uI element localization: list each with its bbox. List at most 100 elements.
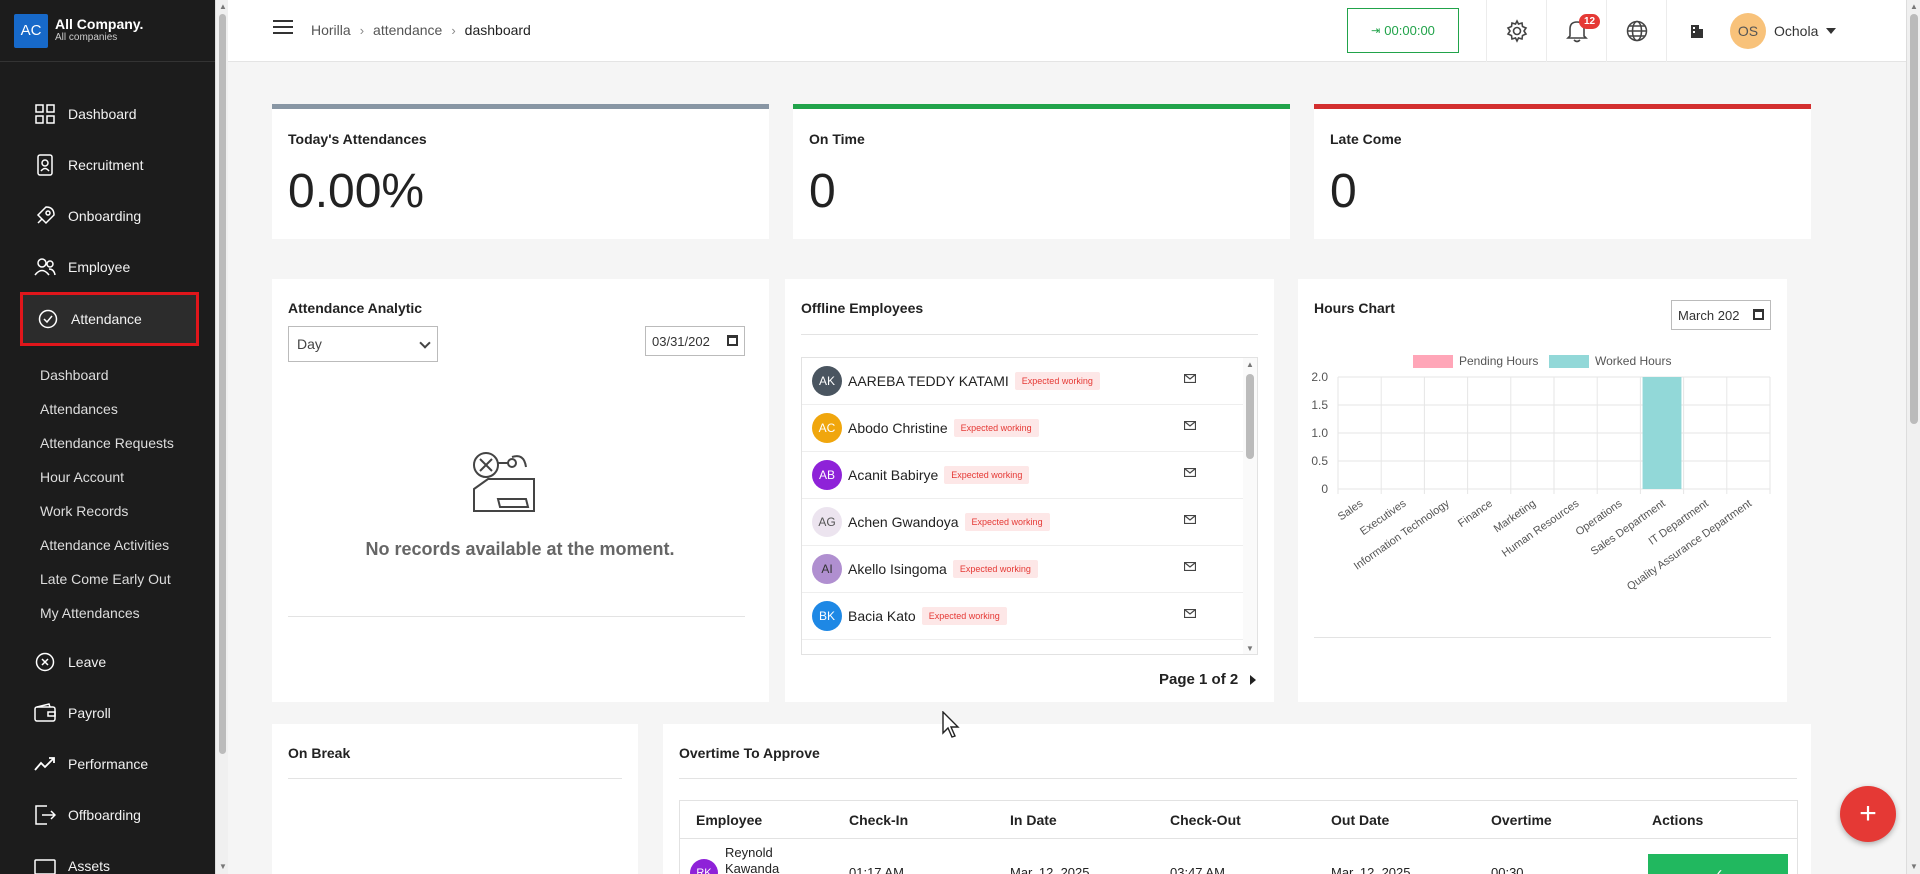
- approve-button[interactable]: ✓: [1648, 854, 1788, 874]
- mail-icon[interactable]: [1184, 609, 1196, 618]
- subnav-attendance-activities[interactable]: Attendance Activities: [0, 528, 215, 562]
- page-scrollbar[interactable]: ▲ ▼: [1906, 0, 1920, 874]
- list-item[interactable]: AC Abodo Christine Expected working: [802, 405, 1257, 452]
- language-button[interactable]: [1606, 0, 1666, 62]
- subnav-late-come-early-out[interactable]: Late Come Early Out: [0, 562, 215, 596]
- status-badge: Expected working: [1014, 372, 1100, 390]
- scroll-down-arrow[interactable]: ▼: [219, 862, 227, 871]
- scroll-down-arrow[interactable]: ▼: [1910, 862, 1918, 871]
- menu-toggle-icon[interactable]: [273, 20, 293, 38]
- sidebar-item-onboarding[interactable]: Onboarding: [0, 190, 215, 241]
- subnav-hour-account[interactable]: Hour Account: [0, 460, 215, 494]
- month-value: March 202: [1678, 307, 1740, 323]
- sidebar-item-performance[interactable]: Performance: [0, 738, 215, 789]
- table-row[interactable]: RK Reynold Kawanda 01:17 AM Mar. 12, 202…: [680, 839, 1797, 874]
- trend-icon: [34, 753, 56, 775]
- breadcrumb-sep-icon: ›: [451, 22, 456, 38]
- subnav-work-records[interactable]: Work Records: [0, 494, 215, 528]
- sidebar-scrollbar[interactable]: ▲ ▼: [215, 0, 228, 874]
- company-building-button[interactable]: [1666, 0, 1726, 62]
- mail-icon[interactable]: [1184, 515, 1196, 524]
- mail-icon[interactable]: [1184, 468, 1196, 477]
- date-input[interactable]: 03/31/202: [645, 326, 745, 356]
- subnav-dashboard[interactable]: Dashboard: [0, 358, 215, 392]
- employee-name: Acanit Babirye: [848, 467, 939, 483]
- list-item[interactable]: BK Bacia Kato Expected working: [802, 593, 1257, 640]
- col-in-date: In Date: [1010, 811, 1057, 828]
- cell-out-date: Mar. 12, 2025: [1331, 865, 1411, 874]
- settings-button[interactable]: [1486, 0, 1546, 62]
- sidebar-item-label: Employee: [68, 258, 131, 275]
- mail-icon[interactable]: [1184, 374, 1196, 383]
- scroll-up-arrow[interactable]: ▲: [1910, 2, 1918, 11]
- user-name: Ochola: [1774, 23, 1819, 39]
- mail-icon[interactable]: [1184, 421, 1196, 430]
- stat-value: 0: [809, 165, 836, 218]
- col-out-date: Out Date: [1331, 811, 1390, 828]
- quick-add-button[interactable]: +: [1840, 786, 1896, 842]
- breadcrumb-home[interactable]: Horilla: [311, 22, 351, 38]
- subnav-attendances[interactable]: Attendances: [0, 392, 215, 426]
- month-input[interactable]: March 202: [1671, 300, 1771, 330]
- stat-value: 0.00%: [288, 165, 425, 218]
- list-item[interactable]: AI Akello Isingoma Expected working: [802, 546, 1257, 593]
- stat-late-come: Late Come 0: [1314, 104, 1811, 239]
- sidebar-item-employee[interactable]: Employee: [0, 241, 215, 292]
- sidebar-item-label: Dashboard: [68, 105, 137, 122]
- divider: [679, 778, 1797, 779]
- scroll-down-arrow[interactable]: ▼: [1246, 644, 1254, 653]
- notification-badge: 12: [1579, 14, 1601, 29]
- sidebar-item-payroll[interactable]: Payroll: [0, 687, 215, 738]
- cell-overtime: 00:30: [1491, 865, 1524, 874]
- clock-timer: 00:00:00: [1384, 23, 1435, 38]
- sidebar-item-attendance[interactable]: Attendance: [20, 292, 199, 346]
- mail-icon[interactable]: [1184, 562, 1196, 571]
- panel-title: On Break: [288, 745, 351, 761]
- list-item[interactable]: AG Achen Gwandoya Expected working: [802, 499, 1257, 546]
- y-tick-label: 1.0: [1311, 426, 1328, 440]
- subnav-attendance-requests[interactable]: Attendance Requests: [0, 426, 215, 460]
- list-item[interactable]: AB Acanit Babirye Expected working: [802, 452, 1257, 499]
- breadcrumb-current: dashboard: [464, 22, 531, 38]
- page-indicator: Page 1 of 2: [1159, 671, 1239, 688]
- period-value: Day: [297, 336, 322, 352]
- sidebar-item-offboarding[interactable]: Offboarding: [0, 789, 215, 840]
- check-circle-icon: [37, 308, 59, 330]
- sidebar-item-assets[interactable]: Assets: [0, 840, 215, 874]
- scroll-up-arrow[interactable]: ▲: [219, 2, 227, 11]
- col-employee: Employee: [696, 811, 763, 828]
- check-in-button[interactable]: ⇥ 00:00:00: [1347, 8, 1459, 53]
- divider: [288, 778, 622, 779]
- scrollbar-thumb[interactable]: [1246, 374, 1254, 459]
- chevron-down-icon: [1826, 28, 1837, 34]
- pagination: Page 1 of 2: [1159, 671, 1257, 688]
- list-scrollbar[interactable]: ▲ ▼: [1243, 358, 1257, 654]
- next-page-icon[interactable]: [1250, 674, 1257, 685]
- user-menu[interactable]: OS Ochola: [1730, 13, 1837, 49]
- sidebar-item-label: Attendance: [71, 311, 142, 327]
- calendar-icon: [727, 335, 738, 346]
- subnav-my-attendances[interactable]: My Attendances: [0, 596, 215, 630]
- offline-employee-list[interactable]: AK AAREBA TEDDY KATAMI Expected working …: [801, 357, 1258, 655]
- scrollbar-thumb[interactable]: [219, 14, 226, 754]
- employee-name: Akello Isingoma: [848, 561, 947, 577]
- sidebar-item-dashboard[interactable]: Dashboard: [0, 88, 215, 139]
- breadcrumb-attendance[interactable]: attendance: [373, 22, 442, 38]
- sidebar-item-recruitment[interactable]: Recruitment: [0, 139, 215, 190]
- scroll-up-arrow[interactable]: ▲: [1246, 360, 1254, 369]
- avatar: AB: [812, 460, 842, 490]
- sidebar-item-label: Leave: [68, 653, 107, 670]
- period-select[interactable]: Day: [288, 326, 438, 362]
- scrollbar-thumb[interactable]: [1910, 14, 1918, 424]
- notifications-button[interactable]: 12: [1546, 0, 1606, 62]
- sidebar-item-leave[interactable]: Leave: [0, 636, 215, 687]
- x-tick-label: Finance: [1456, 498, 1495, 530]
- x-tick-label: Sales Department: [1589, 498, 1668, 558]
- list-item[interactable]: AK AAREBA TEDDY KATAMI Expected working: [802, 358, 1257, 405]
- employee-name: Bacia Kato: [848, 608, 916, 624]
- divider: [288, 616, 745, 617]
- divider: [801, 334, 1258, 335]
- company-switcher[interactable]: AC All Company. All companies: [0, 0, 215, 62]
- assets-icon: [34, 855, 56, 874]
- chevron-down-icon: [419, 337, 431, 349]
